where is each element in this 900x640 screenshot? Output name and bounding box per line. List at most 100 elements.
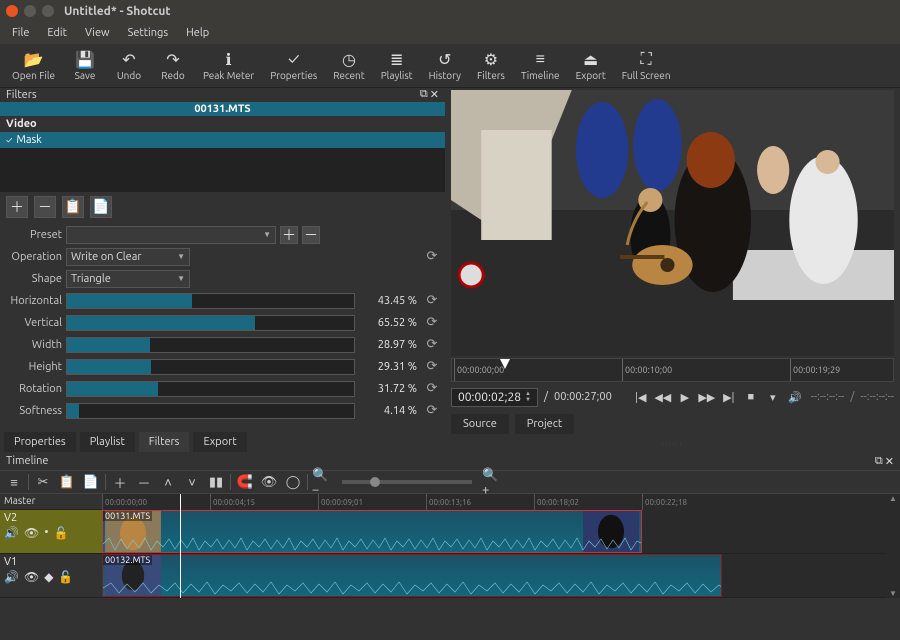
preset-add-button[interactable]: ＋ xyxy=(280,226,298,244)
close-panel-icon[interactable]: ✕ xyxy=(885,455,894,468)
rewind-button[interactable]: ◀◀ xyxy=(653,387,673,407)
tab-filters[interactable]: Filters xyxy=(139,432,190,452)
undock-icon[interactable]: ⧉ xyxy=(875,455,883,468)
track-v2[interactable]: 00131.MTS xyxy=(102,510,900,554)
ripple-button[interactable]: ◯ xyxy=(283,472,303,492)
filter-list[interactable]: ✓ Mask xyxy=(0,132,445,192)
skip-start-button[interactable]: |◀ xyxy=(631,387,651,407)
height-slider[interactable] xyxy=(66,359,355,375)
horizontal-slider[interactable] xyxy=(66,293,355,309)
hide-icon[interactable]: 👁 xyxy=(24,570,39,584)
tab-properties[interactable]: Properties xyxy=(4,432,76,452)
volume-button[interactable]: 🔊 xyxy=(785,387,805,407)
timeline-playhead[interactable] xyxy=(180,494,181,598)
tab-export[interactable]: Export xyxy=(193,432,246,452)
zoom-slider[interactable] xyxy=(342,480,472,484)
remove-button[interactable]: － xyxy=(134,472,154,492)
panel-grip[interactable]: :::::: xyxy=(451,440,894,447)
vertical-slider[interactable] xyxy=(66,315,355,331)
fullscreen-button[interactable]: ⛶Full Screen xyxy=(614,48,679,83)
playlist-button[interactable]: ≣Playlist xyxy=(373,48,421,83)
window-close-button[interactable] xyxy=(6,5,18,17)
recent-button[interactable]: ◷Recent xyxy=(325,48,373,83)
mute-icon[interactable]: 🔊 xyxy=(4,526,19,540)
snap-button[interactable]: 🧲 xyxy=(235,472,255,492)
paste-filter-button[interactable]: 📄 xyxy=(90,196,112,218)
append-button[interactable]: ＋ xyxy=(110,472,130,492)
timeline-tracks-area[interactable]: 00:00:00;00 00:00:04;15 00:00:09;01 00:0… xyxy=(102,494,900,598)
tab-playlist[interactable]: Playlist xyxy=(80,432,135,452)
rotation-slider[interactable] xyxy=(66,381,355,397)
operation-combo[interactable]: Write on Clear▼ xyxy=(66,248,190,266)
stop-button[interactable]: ■ xyxy=(741,387,761,407)
clip-00132[interactable]: 00132.MTS xyxy=(102,554,722,597)
clip-00131[interactable]: 00131.MTS xyxy=(102,510,642,553)
reset-icon[interactable]: ⟳ xyxy=(423,336,441,354)
track-v1[interactable]: 00132.MTS xyxy=(102,554,900,598)
reset-icon[interactable]: ⟳ xyxy=(423,380,441,398)
undock-icon[interactable]: ⧉ xyxy=(420,88,428,101)
lock-icon[interactable]: 🔓 xyxy=(54,526,69,540)
copy-filter-button[interactable]: 📋 xyxy=(62,196,84,218)
timeline-vscroll[interactable]: ▲▼ xyxy=(886,494,900,598)
softness-slider[interactable] xyxy=(66,403,355,419)
compose-icon[interactable]: ◆ xyxy=(44,570,53,584)
tab-project[interactable]: Project xyxy=(515,414,574,434)
close-panel-icon[interactable]: ✕ xyxy=(430,88,439,101)
window-maximize-button[interactable] xyxy=(42,5,54,17)
filters-button[interactable]: ⚙Filters xyxy=(469,48,513,83)
menu-file[interactable]: File xyxy=(4,25,37,41)
reset-icon[interactable]: ⟳ xyxy=(423,314,441,332)
reset-icon[interactable]: ⟳ xyxy=(423,292,441,310)
redo-button[interactable]: ↷Redo xyxy=(151,48,195,83)
lock-icon[interactable]: 🔓 xyxy=(58,570,73,584)
overwrite-button[interactable]: ˅ xyxy=(182,472,202,492)
timeline-menu-button[interactable]: ≡ xyxy=(4,472,24,492)
track-header-v2[interactable]: V2 🔊 👁 • 🔓 xyxy=(0,510,102,554)
forward-button[interactable]: ▶▶ xyxy=(697,387,717,407)
cut-button[interactable]: ✂ xyxy=(33,472,53,492)
peak-meter-button[interactable]: ℹPeak Meter xyxy=(195,48,262,83)
reset-icon[interactable]: ⟳ xyxy=(423,248,441,266)
undo-button[interactable]: ↶Undo xyxy=(107,48,151,83)
play-button[interactable]: ▶ xyxy=(675,387,695,407)
width-slider[interactable] xyxy=(66,337,355,353)
preview-ruler[interactable]: 00:00:00;00 00:00:10;00 00:00:19;29 xyxy=(451,358,894,382)
skip-end-button[interactable]: ▶| xyxy=(719,387,739,407)
master-track-header[interactable]: Master xyxy=(0,494,102,510)
mute-icon[interactable]: 🔊 xyxy=(4,570,19,584)
shape-combo[interactable]: Triangle▼ xyxy=(66,270,190,288)
timeline-ruler[interactable]: 00:00:00;00 00:00:04;15 00:00:09;01 00:0… xyxy=(102,494,900,510)
reset-icon[interactable]: ⟳ xyxy=(423,402,441,420)
remove-filter-button[interactable]: － xyxy=(34,196,56,218)
preset-combo[interactable]: ▼ xyxy=(66,226,276,244)
current-timecode[interactable]: 00:00:02;28 ▲▼ xyxy=(451,388,538,407)
hide-icon[interactable]: 👁 xyxy=(24,526,39,540)
zoom-in-button[interactable]: 🔍+ xyxy=(482,472,502,492)
copy-button[interactable]: 📋 xyxy=(57,472,77,492)
preset-remove-button[interactable]: － xyxy=(302,226,320,244)
filter-item-mask[interactable]: ✓ Mask xyxy=(0,132,445,148)
add-filter-button[interactable]: ＋ xyxy=(6,196,28,218)
scrub-button[interactable]: 👁 xyxy=(259,472,279,492)
save-button[interactable]: 💾Save xyxy=(63,48,107,83)
export-button[interactable]: ⏏Export xyxy=(568,48,614,83)
compose-icon[interactable]: • xyxy=(44,526,48,540)
track-header-v1[interactable]: V1 🔊 👁 ◆ 🔓 xyxy=(0,554,102,598)
reset-icon[interactable]: ⟳ xyxy=(423,358,441,376)
split-button[interactable]: ▮▮ xyxy=(206,472,226,492)
zoom-handle[interactable] xyxy=(370,477,380,487)
video-preview[interactable] xyxy=(451,90,894,356)
window-minimize-button[interactable] xyxy=(24,5,36,17)
menu-edit[interactable]: Edit xyxy=(39,25,75,41)
history-button[interactable]: ↺History xyxy=(421,48,469,83)
tab-source[interactable]: Source xyxy=(451,414,509,434)
check-icon[interactable]: ✓ xyxy=(6,135,12,145)
lift-button[interactable]: ˄ xyxy=(158,472,178,492)
menu-settings[interactable]: Settings xyxy=(120,25,177,41)
menu-view[interactable]: View xyxy=(77,25,118,41)
zoom-out-button[interactable]: 🔍− xyxy=(312,472,332,492)
open-file-button[interactable]: 📂Open File xyxy=(4,48,63,83)
paste-button[interactable]: 📄 xyxy=(81,472,101,492)
menu-help[interactable]: Help xyxy=(178,25,217,41)
